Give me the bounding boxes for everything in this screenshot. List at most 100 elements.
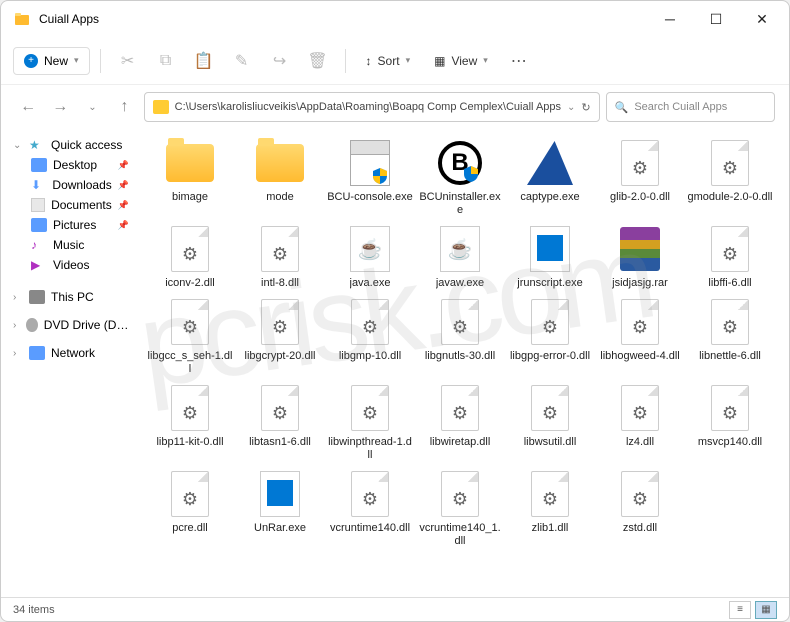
file-item[interactable]: libp11-kit-0.dll — [147, 384, 233, 462]
file-item[interactable]: libnettle-6.dll — [687, 298, 773, 376]
file-item[interactable]: BCU-console.exe — [327, 139, 413, 217]
sort-button[interactable]: ↕ Sort ▾ — [356, 48, 421, 74]
file-icon — [164, 384, 216, 432]
file-item[interactable]: vcruntime140.dll — [327, 470, 413, 548]
sidebar-this-pc[interactable]: ›This PC — [5, 287, 137, 307]
file-item[interactable]: zstd.dll — [597, 470, 683, 548]
file-list[interactable]: bimagemodeBCU-console.exeBBCUninstaller.… — [141, 129, 789, 597]
file-item[interactable]: UnRar.exe — [237, 470, 323, 548]
file-name: libgcrypt-20.dll — [245, 350, 316, 363]
file-item[interactable]: mode — [237, 139, 323, 217]
file-name: javaw.exe — [436, 277, 484, 290]
file-item[interactable]: libwsutil.dll — [507, 384, 593, 462]
sidebar-item-pictures[interactable]: Pictures📌 — [5, 215, 137, 235]
file-item[interactable]: gmodule-2.0-0.dll — [687, 139, 773, 217]
file-item[interactable]: libgmp-10.dll — [327, 298, 413, 376]
rename-button[interactable]: ✎ — [225, 44, 259, 78]
sidebar-item-label: Downloads — [52, 178, 111, 192]
file-name: libgmp-10.dll — [339, 350, 401, 363]
paste-button[interactable]: 📋 — [187, 44, 221, 78]
file-item[interactable]: BBCUninstaller.exe — [417, 139, 503, 217]
file-item[interactable]: javaw.exe — [417, 225, 503, 290]
forward-button[interactable]: → — [47, 93, 73, 121]
icon-view-button[interactable]: ▦ — [755, 601, 777, 619]
details-view-button[interactable]: ≡ — [729, 601, 751, 619]
item-count: 34 items — [13, 604, 55, 616]
share-button[interactable]: ↪ — [263, 44, 297, 78]
file-item[interactable]: libwiretap.dll — [417, 384, 503, 462]
search-input[interactable]: 🔍 Search Cuiall Apps — [606, 92, 775, 122]
up-button[interactable]: ↑ — [111, 93, 137, 121]
file-name: pcre.dll — [172, 522, 207, 535]
body: ⌄ ★ Quick access Desktop📌 ⬇ Downloads 📌 Do… — [1, 129, 789, 597]
file-item[interactable]: libgcrypt-20.dll — [237, 298, 323, 376]
file-item[interactable]: jrunscript.exe — [507, 225, 593, 290]
file-icon — [434, 384, 486, 432]
sidebar-item-desktop[interactable]: Desktop📌 — [5, 155, 137, 175]
file-item[interactable]: libgcc_s_seh-1.dll — [147, 298, 233, 376]
minimize-button[interactable]: ─ — [647, 1, 693, 37]
document-icon — [31, 198, 45, 212]
view-button[interactable]: ▦ View ▾ — [424, 48, 498, 74]
file-name: glib-2.0-0.dll — [610, 191, 670, 204]
close-button[interactable]: ✕ — [739, 1, 785, 37]
sidebar-item-downloads[interactable]: ⬇Downloads📌 — [5, 175, 137, 195]
refresh-button[interactable]: ↻ — [581, 101, 590, 114]
view-label: View — [451, 54, 477, 68]
delete-button[interactable]: 🗑 — [301, 44, 335, 78]
this-pc-label: This PC — [51, 290, 94, 304]
file-item[interactable]: libwinpthread-1.dll — [327, 384, 413, 462]
file-item[interactable]: iconv-2.dll — [147, 225, 233, 290]
file-item[interactable]: jsidjasjg.rar — [597, 225, 683, 290]
chevron-down-icon[interactable]: ⌄ — [567, 102, 575, 113]
sidebar-quick-access[interactable]: ⌄ ★ Quick access — [5, 135, 137, 155]
sidebar-item-videos[interactable]: ▶Videos — [5, 255, 137, 275]
dvd-icon — [26, 318, 38, 332]
file-item[interactable]: libgnutls-30.dll — [417, 298, 503, 376]
sidebar-dvd[interactable]: ›DVD Drive (D:) CCCC — [5, 315, 137, 335]
file-item[interactable]: pcre.dll — [147, 470, 233, 548]
file-icon — [704, 139, 756, 187]
file-item[interactable]: libgpg-error-0.dll — [507, 298, 593, 376]
sidebar-item-music[interactable]: ♪Music — [5, 235, 137, 255]
address-input[interactable]: C:\Users\karolisliucveikis\AppData\Roami… — [144, 92, 600, 122]
file-item[interactable]: vcruntime140_1.dll — [417, 470, 503, 548]
music-icon: ♪ — [31, 238, 47, 252]
app-icon — [13, 10, 31, 28]
file-item[interactable]: lz4.dll — [597, 384, 683, 462]
cut-button[interactable]: ✂ — [111, 44, 145, 78]
file-icon — [614, 225, 666, 273]
maximize-button[interactable]: ☐ — [693, 1, 739, 37]
more-button[interactable]: ⋯ — [502, 44, 536, 78]
copy-button[interactable]: ⧉ — [149, 44, 183, 78]
chevron-right-icon: › — [13, 320, 20, 331]
file-name: libtasn1-6.dll — [249, 436, 311, 449]
file-name: vcruntime140_1.dll — [417, 522, 503, 548]
sidebar-network[interactable]: ›Network — [5, 343, 137, 363]
file-item[interactable]: zlib1.dll — [507, 470, 593, 548]
new-button[interactable]: + New ▾ — [13, 47, 90, 75]
network-icon — [29, 346, 45, 360]
file-item[interactable]: captype.exe — [507, 139, 593, 217]
file-item[interactable]: libffi-6.dll — [687, 225, 773, 290]
file-item[interactable]: libhogweed-4.dll — [597, 298, 683, 376]
file-name: vcruntime140.dll — [330, 522, 410, 535]
file-item[interactable]: java.exe — [327, 225, 413, 290]
file-item[interactable]: intl-8.dll — [237, 225, 323, 290]
file-icon — [344, 139, 396, 187]
back-button[interactable]: ← — [15, 93, 41, 121]
download-icon: ⬇ — [31, 178, 46, 192]
plus-icon: + — [24, 54, 38, 68]
pin-icon: 📌 — [118, 160, 129, 171]
file-icon — [434, 470, 486, 518]
window-controls: ─ ☐ ✕ — [647, 1, 785, 37]
file-item[interactable]: bimage — [147, 139, 233, 217]
file-item[interactable]: libtasn1-6.dll — [237, 384, 323, 462]
file-item[interactable]: msvcp140.dll — [687, 384, 773, 462]
view-icon: ▦ — [434, 54, 445, 68]
chevron-down-icon[interactable]: ⌄ — [79, 93, 105, 121]
file-item[interactable]: glib-2.0-0.dll — [597, 139, 683, 217]
sidebar-item-documents[interactable]: Documents📌 — [5, 195, 137, 215]
file-icon — [254, 298, 306, 346]
file-icon — [254, 139, 306, 187]
